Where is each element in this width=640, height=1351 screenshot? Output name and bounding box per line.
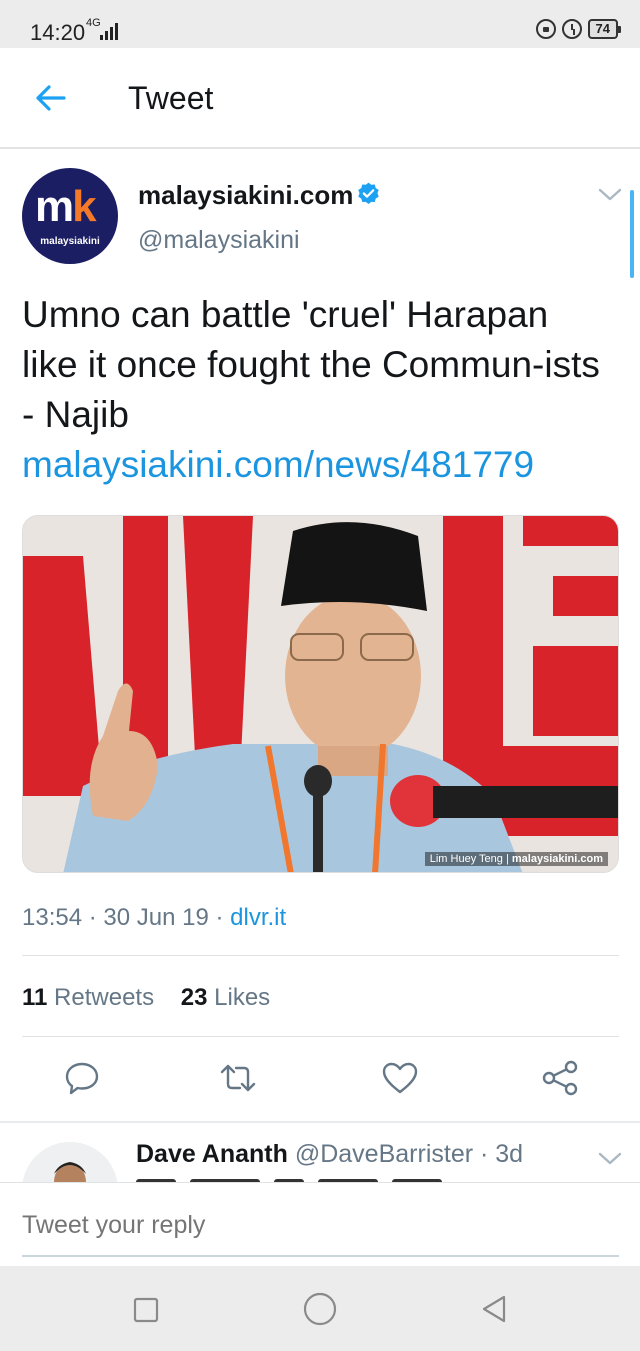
avatar-brand: malaysiakini [40, 236, 100, 247]
scrollbar[interactable] [630, 190, 634, 278]
tweet-link[interactable]: malaysiakini.com/news/481779 [22, 444, 534, 485]
avatar[interactable]: mk malaysiakini [22, 168, 118, 264]
avatar-logo: mk [35, 182, 97, 231]
tweet-stats: 11 Retweets 23 Likes [22, 984, 270, 1012]
tweet-actions [0, 1058, 640, 1102]
author-name[interactable]: malaysiakini.com [138, 180, 353, 211]
reply-input[interactable] [22, 1211, 619, 1240]
author-handle[interactable]: @malaysiakini [138, 226, 300, 255]
status-bar: 14:20 4G 74 [0, 0, 640, 48]
divider [22, 1036, 619, 1037]
back-icon[interactable] [478, 1293, 510, 1325]
reply-time: 3d [495, 1140, 524, 1168]
like-icon[interactable] [380, 1058, 420, 1098]
photo-image [23, 516, 618, 872]
reply-text-cutoff [136, 1174, 476, 1182]
chevron-down-icon[interactable] [597, 184, 623, 204]
arrow-left-icon[interactable] [30, 78, 70, 118]
signal-icon [100, 22, 118, 40]
recents-icon[interactable] [132, 1296, 160, 1324]
reply-icon[interactable] [62, 1058, 102, 1098]
network-type: 4G [86, 17, 101, 29]
tweet-source-link[interactable]: dlvr.it [230, 904, 286, 931]
reply-author[interactable]: Dave Ananth @DaveBarrister · 3d [136, 1140, 523, 1169]
retweet-icon[interactable] [218, 1058, 258, 1098]
home-icon[interactable] [302, 1291, 338, 1327]
tweet-text: Umno can battle 'cruel' Harapan like it … [22, 290, 612, 490]
tweet-date: 30 Jun 19 [103, 904, 209, 931]
navigation-bar [0, 1266, 640, 1351]
chevron-down-icon[interactable] [597, 1148, 623, 1168]
photo-credit: Lim Huey Teng | malaysiakini.com [424, 852, 608, 866]
status-time: 14:20 [30, 20, 86, 45]
app-header: Tweet [0, 48, 640, 149]
tweet-timestamp: 13:54 · 30 Jun 19 · dlvr.it [22, 904, 287, 931]
page-title: Tweet [128, 80, 214, 116]
retweets-stat[interactable]: 11 Retweets [22, 984, 154, 1011]
lock-rotation-icon [535, 19, 556, 39]
battery-icon: 74 [587, 19, 622, 39]
tweet-body: Umno can battle 'cruel' Harapan like it … [22, 294, 600, 435]
divider [22, 955, 619, 956]
share-icon[interactable] [540, 1058, 580, 1098]
reply-author-name: Dave Ananth [136, 1140, 288, 1168]
reply-composer [0, 1182, 640, 1266]
verified-badge-icon [358, 182, 379, 205]
alarm-icon [561, 19, 582, 39]
tweet-photo[interactable]: Lim Huey Teng | malaysiakini.com [22, 515, 619, 873]
reply-author-handle: @DaveBarrister [294, 1140, 474, 1168]
section-divider [0, 1121, 640, 1123]
status-icons: 74 [535, 19, 622, 39]
likes-stat[interactable]: 23 Likes [181, 984, 270, 1011]
input-underline [22, 1255, 619, 1257]
tweet-time: 13:54 [22, 904, 83, 931]
